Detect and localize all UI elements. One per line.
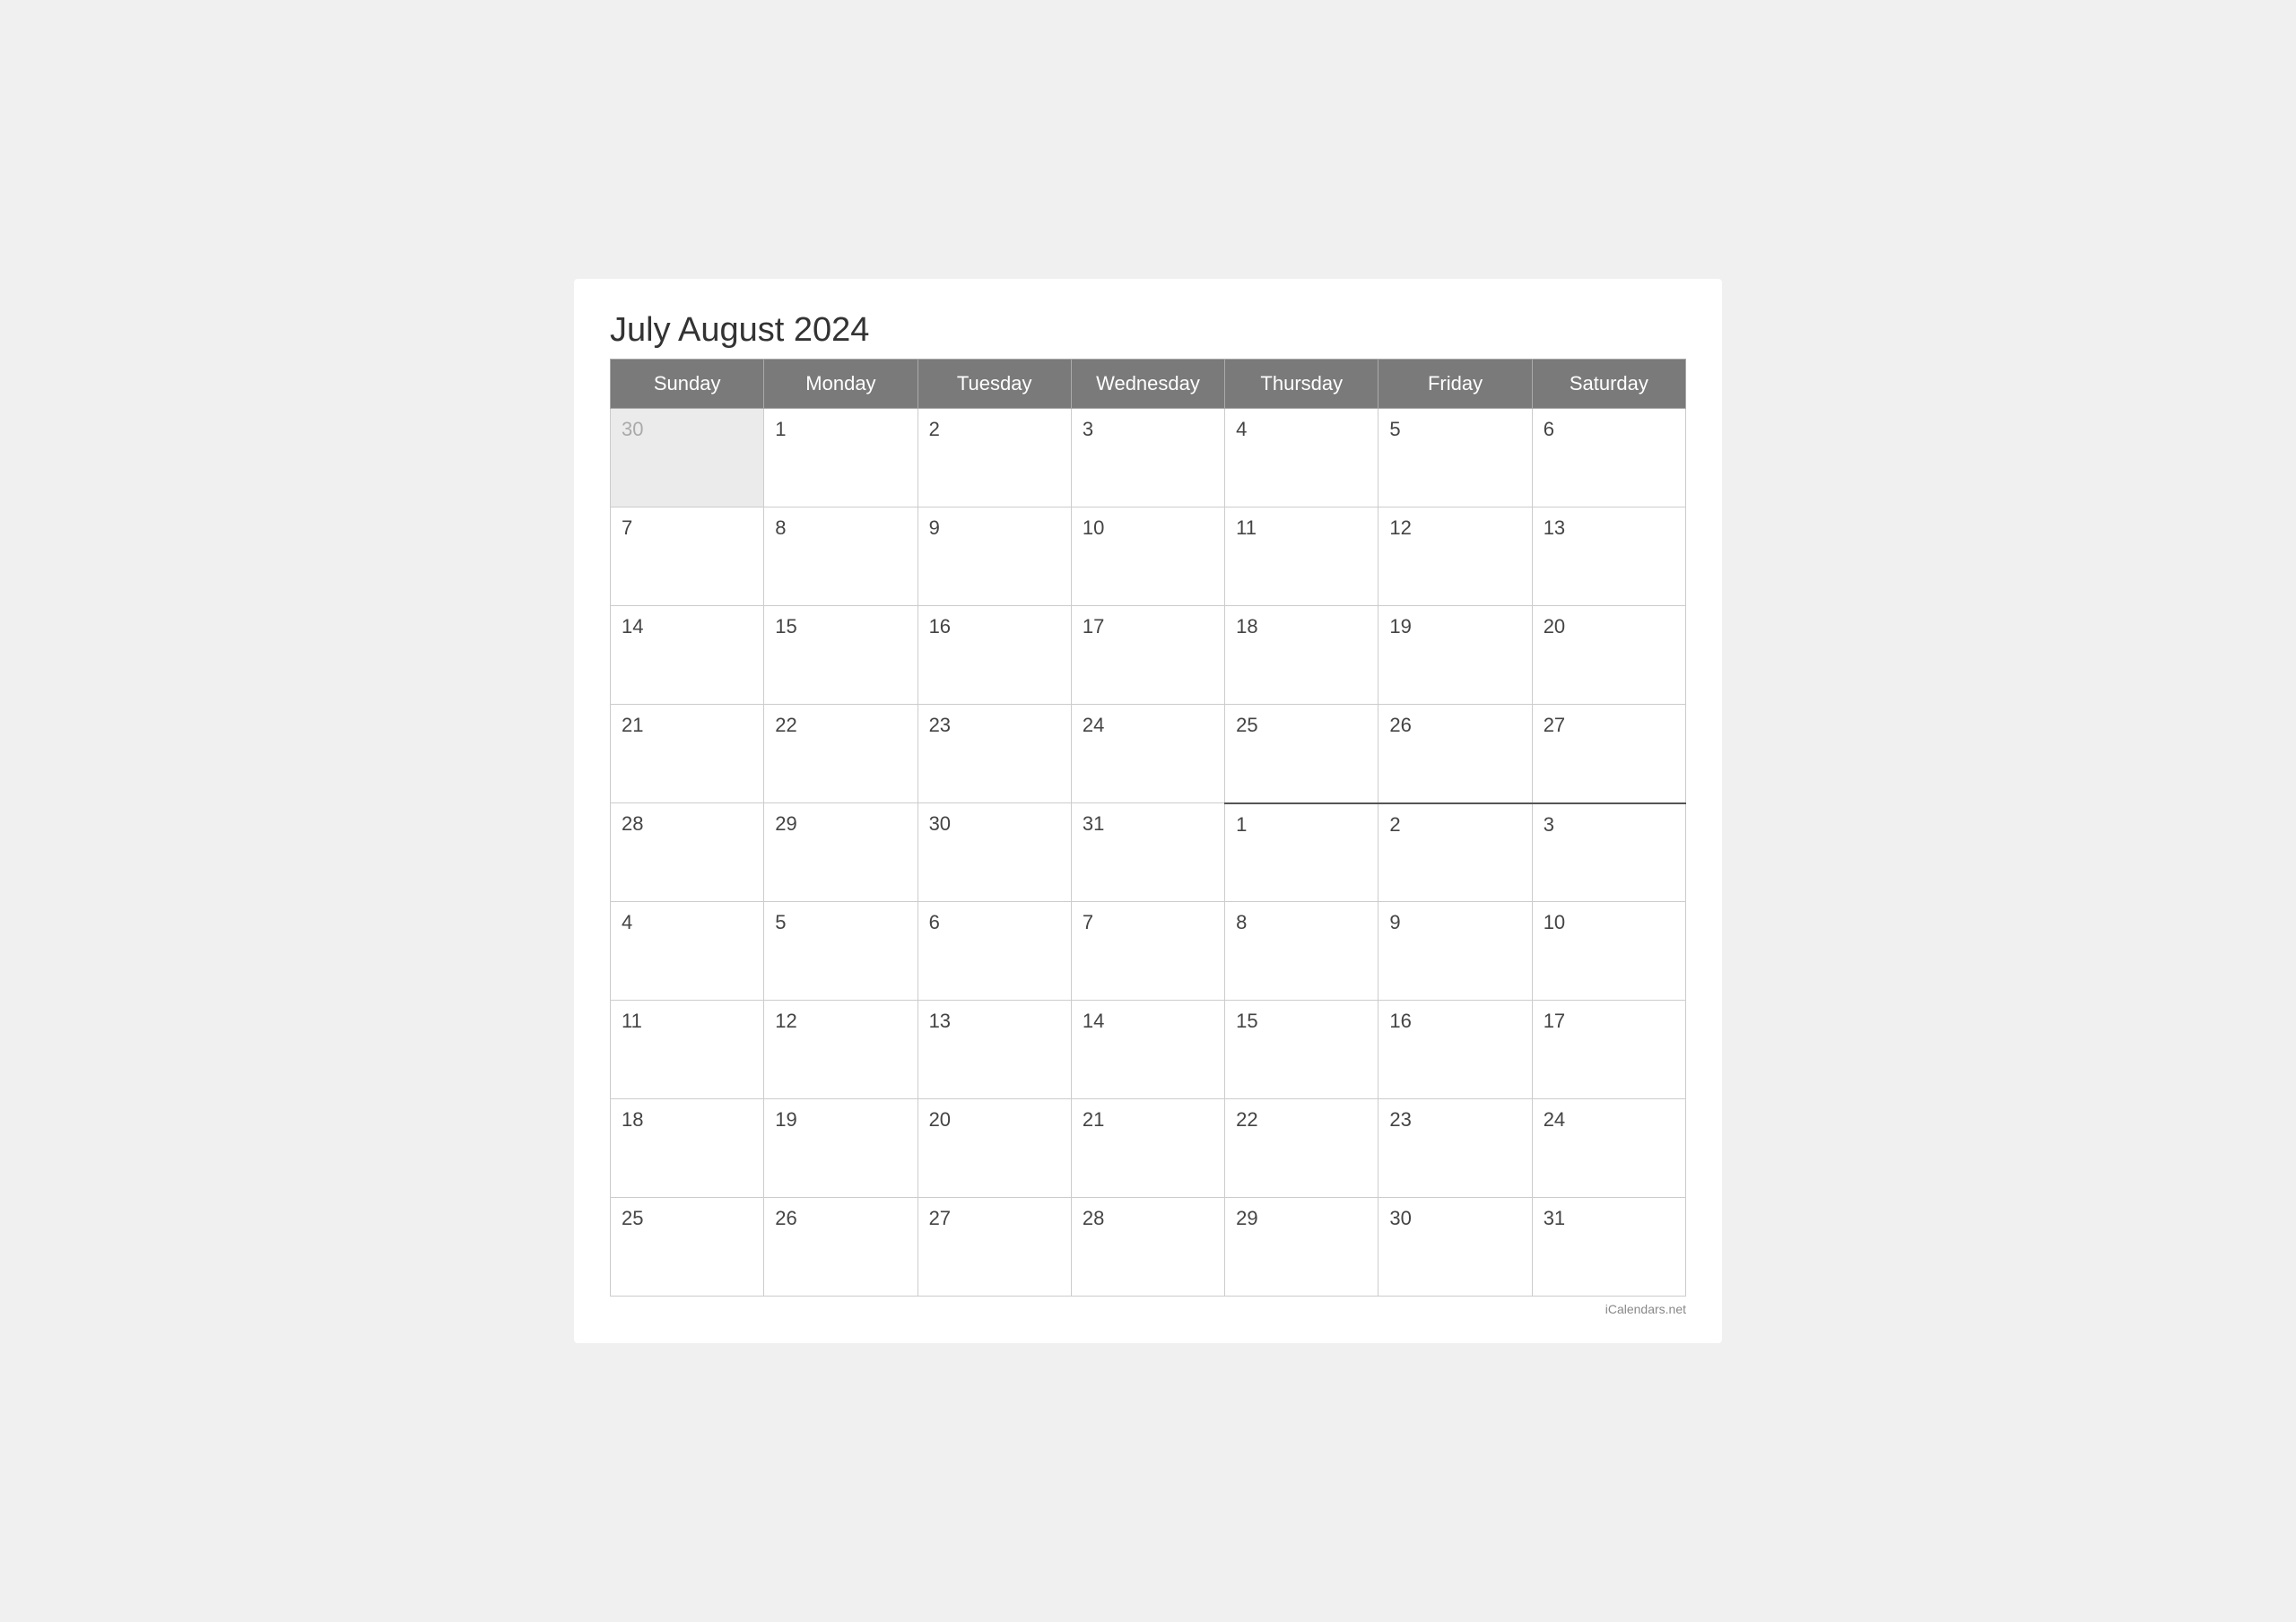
calendar-cell[interactable]: 19 <box>1378 606 1532 705</box>
calendar-cell[interactable]: 28 <box>1071 1198 1224 1297</box>
calendar-cell[interactable]: 2 <box>1378 803 1532 902</box>
calendar-table: SundayMondayTuesdayWednesdayThursdayFrid… <box>610 359 1686 1297</box>
watermark: iCalendars.net <box>610 1302 1686 1316</box>
calendar-cell[interactable]: 2 <box>918 409 1071 507</box>
header-cell-saturday: Saturday <box>1532 360 1685 409</box>
calendar-body: 3012345678910111213141516171819202122232… <box>611 409 1686 1297</box>
header-cell-monday: Monday <box>764 360 918 409</box>
calendar-cell[interactable]: 5 <box>1378 409 1532 507</box>
calendar-cell[interactable]: 22 <box>1225 1099 1378 1198</box>
calendar-row: 18192021222324 <box>611 1099 1686 1198</box>
calendar-cell[interactable]: 15 <box>1225 1001 1378 1099</box>
calendar-cell[interactable]: 14 <box>611 606 764 705</box>
calendar-cell[interactable]: 27 <box>1532 705 1685 803</box>
calendar-cell[interactable]: 21 <box>1071 1099 1224 1198</box>
calendar-cell[interactable]: 21 <box>611 705 764 803</box>
calendar-row: 78910111213 <box>611 507 1686 606</box>
calendar-row: 28293031123 <box>611 803 1686 902</box>
calendar-cell[interactable]: 30 <box>611 409 764 507</box>
calendar-cell[interactable]: 30 <box>1378 1198 1532 1297</box>
calendar-cell[interactable]: 17 <box>1532 1001 1685 1099</box>
header-cell-friday: Friday <box>1378 360 1532 409</box>
calendar-cell[interactable]: 16 <box>918 606 1071 705</box>
header-cell-thursday: Thursday <box>1225 360 1378 409</box>
calendar-cell[interactable]: 12 <box>764 1001 918 1099</box>
calendar-cell[interactable]: 5 <box>764 902 918 1001</box>
calendar-cell[interactable]: 25 <box>611 1198 764 1297</box>
calendar-cell[interactable]: 24 <box>1071 705 1224 803</box>
calendar-cell[interactable]: 16 <box>1378 1001 1532 1099</box>
calendar-cell[interactable]: 23 <box>1378 1099 1532 1198</box>
calendar-row: 14151617181920 <box>611 606 1686 705</box>
calendar-cell[interactable]: 25 <box>1225 705 1378 803</box>
calendar-cell[interactable]: 10 <box>1532 902 1685 1001</box>
calendar-cell[interactable]: 14 <box>1071 1001 1224 1099</box>
calendar-cell[interactable]: 13 <box>1532 507 1685 606</box>
calendar-cell[interactable]: 3 <box>1071 409 1224 507</box>
calendar-cell[interactable]: 6 <box>918 902 1071 1001</box>
calendar-cell[interactable]: 24 <box>1532 1099 1685 1198</box>
calendar-cell[interactable]: 3 <box>1532 803 1685 902</box>
calendar-cell[interactable]: 8 <box>764 507 918 606</box>
calendar-cell[interactable]: 20 <box>1532 606 1685 705</box>
calendar-header: SundayMondayTuesdayWednesdayThursdayFrid… <box>611 360 1686 409</box>
calendar-cell[interactable]: 11 <box>1225 507 1378 606</box>
calendar-title: July August 2024 <box>610 311 1686 350</box>
calendar-cell[interactable]: 27 <box>918 1198 1071 1297</box>
calendar-cell[interactable]: 4 <box>611 902 764 1001</box>
calendar-cell[interactable]: 9 <box>918 507 1071 606</box>
calendar-cell[interactable]: 18 <box>1225 606 1378 705</box>
calendar-cell[interactable]: 1 <box>764 409 918 507</box>
calendar-cell[interactable]: 22 <box>764 705 918 803</box>
calendar-cell[interactable]: 10 <box>1071 507 1224 606</box>
calendar-cell[interactable]: 12 <box>1378 507 1532 606</box>
calendar-cell[interactable]: 13 <box>918 1001 1071 1099</box>
calendar-cell[interactable]: 7 <box>1071 902 1224 1001</box>
calendar-cell[interactable]: 28 <box>611 803 764 902</box>
header-cell-tuesday: Tuesday <box>918 360 1071 409</box>
header-cell-wednesday: Wednesday <box>1071 360 1224 409</box>
calendar-cell[interactable]: 30 <box>918 803 1071 902</box>
calendar-row: 45678910 <box>611 902 1686 1001</box>
calendar-cell[interactable]: 26 <box>1378 705 1532 803</box>
calendar-row: 25262728293031 <box>611 1198 1686 1297</box>
calendar-cell[interactable]: 15 <box>764 606 918 705</box>
calendar-cell[interactable]: 4 <box>1225 409 1378 507</box>
calendar-cell[interactable]: 1 <box>1225 803 1378 902</box>
calendar-cell[interactable]: 31 <box>1071 803 1224 902</box>
calendar-row: 30123456 <box>611 409 1686 507</box>
calendar-cell[interactable]: 29 <box>1225 1198 1378 1297</box>
calendar-cell[interactable]: 26 <box>764 1198 918 1297</box>
calendar-cell[interactable]: 31 <box>1532 1198 1685 1297</box>
calendar-container: July August 2024 SundayMondayTuesdayWedn… <box>574 279 1722 1343</box>
calendar-row: 21222324252627 <box>611 705 1686 803</box>
calendar-cell[interactable]: 18 <box>611 1099 764 1198</box>
calendar-cell[interactable]: 8 <box>1225 902 1378 1001</box>
calendar-cell[interactable]: 7 <box>611 507 764 606</box>
calendar-cell[interactable]: 6 <box>1532 409 1685 507</box>
header-cell-sunday: Sunday <box>611 360 764 409</box>
calendar-cell[interactable]: 20 <box>918 1099 1071 1198</box>
calendar-cell[interactable]: 23 <box>918 705 1071 803</box>
calendar-cell[interactable]: 11 <box>611 1001 764 1099</box>
calendar-cell[interactable]: 29 <box>764 803 918 902</box>
calendar-cell[interactable]: 17 <box>1071 606 1224 705</box>
header-row: SundayMondayTuesdayWednesdayThursdayFrid… <box>611 360 1686 409</box>
calendar-cell[interactable]: 9 <box>1378 902 1532 1001</box>
calendar-row: 11121314151617 <box>611 1001 1686 1099</box>
calendar-cell[interactable]: 19 <box>764 1099 918 1198</box>
